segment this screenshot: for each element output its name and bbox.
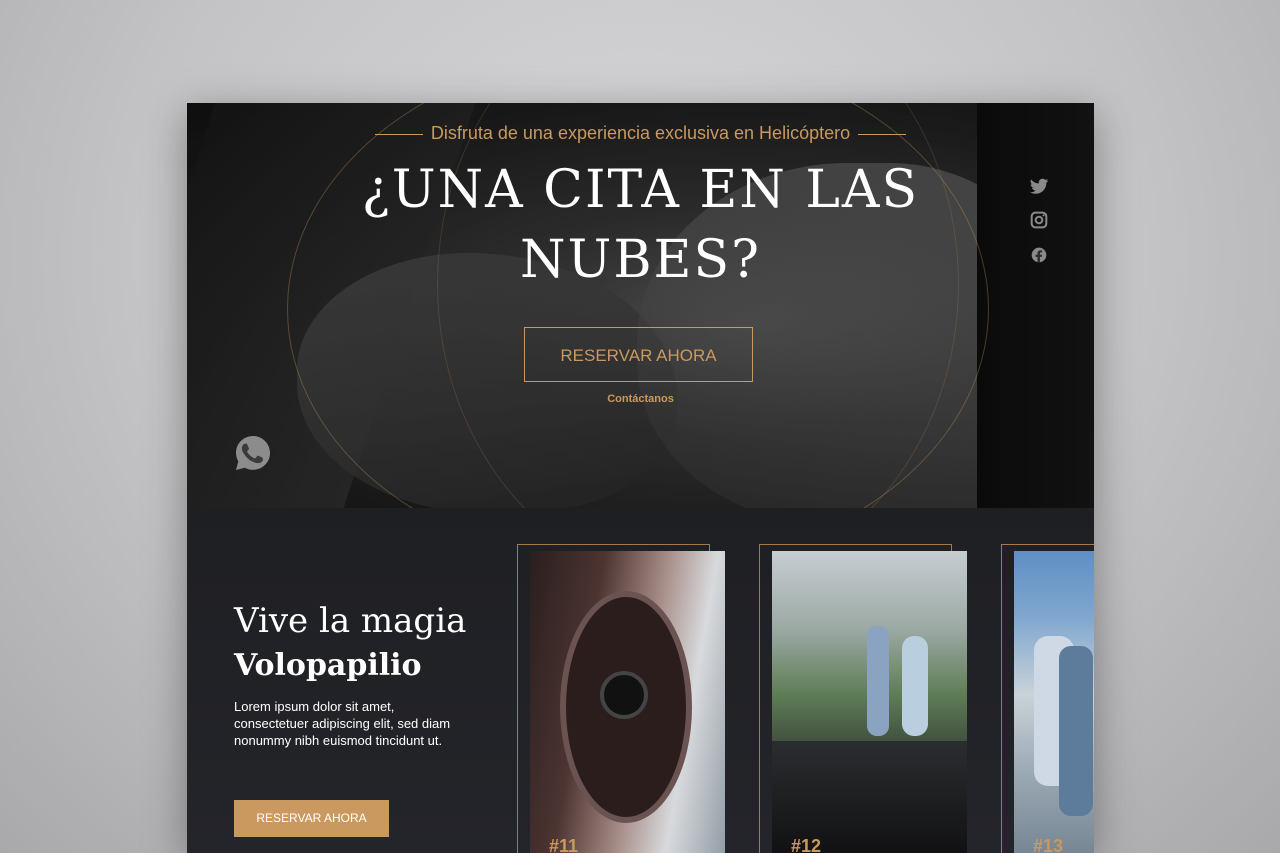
hero-section: Disfruta de una experiencia exclusiva en… — [187, 103, 1094, 508]
card-photo — [530, 551, 725, 853]
person-figure — [867, 626, 889, 736]
contact-link[interactable]: Contáctanos — [187, 393, 1094, 405]
reserve-now-button[interactable]: RESERVAR AHORA — [234, 800, 389, 837]
hero-eyebrow-text: Disfruta de una experiencia exclusiva en… — [430, 123, 851, 143]
section-title: Vive la magia — [234, 601, 467, 641]
experience-card[interactable]: #11 — [517, 538, 725, 853]
reserve-now-button[interactable]: RESERVAR AHORA — [524, 327, 753, 382]
wheel-hub — [600, 671, 648, 719]
card-photo — [1014, 551, 1094, 853]
person-figure — [1059, 646, 1093, 816]
experience-card[interactable]: #12 — [759, 538, 967, 853]
hero-headline: ¿UNA CITA EN LAS NUBES? — [187, 155, 1094, 295]
card-photo — [772, 551, 967, 853]
twitter-icon[interactable] — [1028, 175, 1050, 197]
hero-headline-line1: ¿UNA CITA EN LAS — [361, 160, 920, 220]
hero-headline-line2: NUBES? — [520, 230, 761, 290]
experience-card[interactable]: #13 — [1001, 538, 1094, 853]
person-figure — [902, 636, 928, 736]
divider-line — [374, 133, 423, 135]
section-subtitle: Volopapilio — [234, 648, 422, 683]
whatsapp-icon[interactable] — [233, 433, 273, 473]
divider-line — [858, 133, 907, 135]
card-label: #11 — [549, 836, 579, 853]
landing-page: Disfruta de una experiencia exclusiva en… — [187, 103, 1094, 853]
instagram-icon[interactable] — [1028, 209, 1050, 231]
hero-eyebrow: Disfruta de una experiencia exclusiva en… — [187, 123, 1094, 144]
experience-section: Vive la magia Volopapilio Lorem ipsum do… — [187, 508, 1094, 853]
card-label: #13 — [1033, 836, 1064, 853]
card-label: #12 — [791, 836, 822, 853]
facebook-icon[interactable] — [1028, 244, 1050, 266]
section-description: Lorem ipsum dolor sit amet, consectetuer… — [234, 699, 451, 748]
